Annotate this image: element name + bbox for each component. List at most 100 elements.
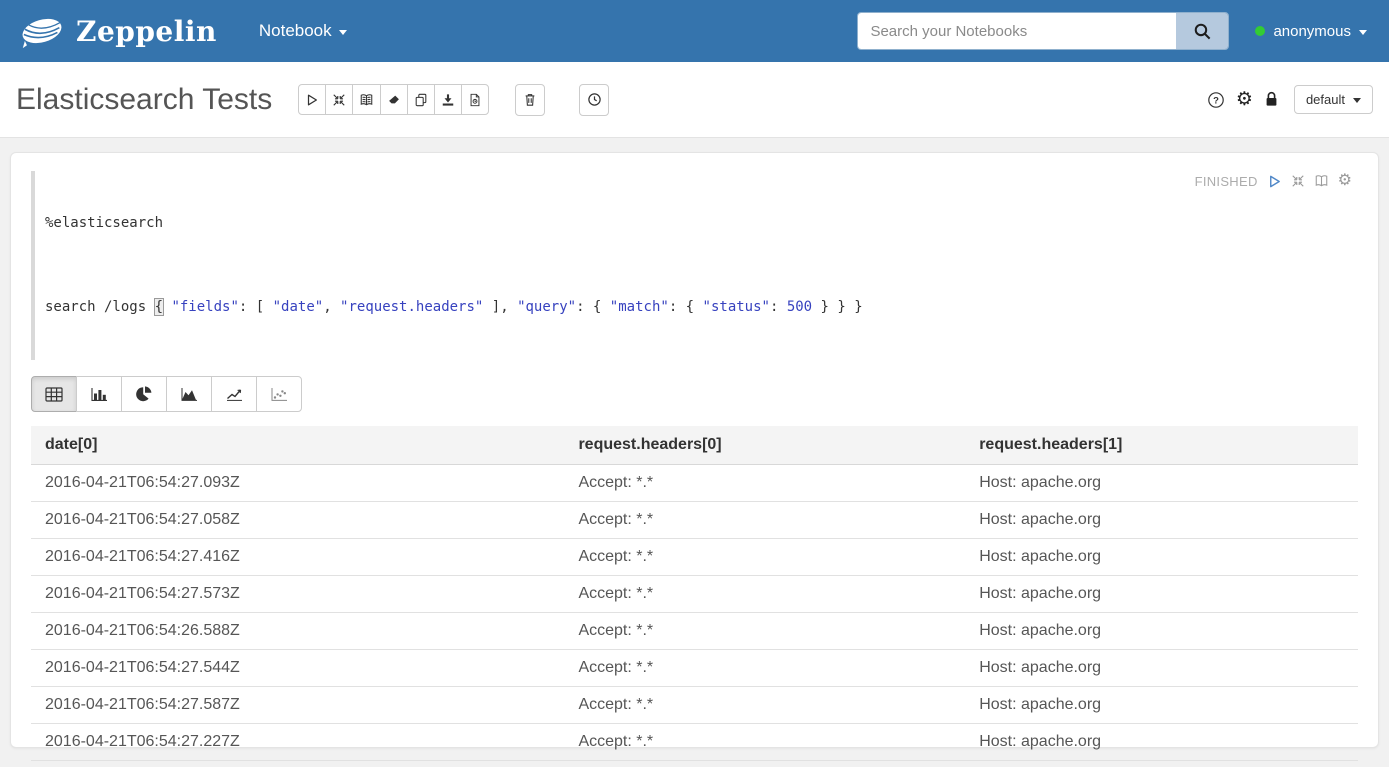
table-row: 2016-04-21T06:54:27.093ZAccept: *.*Host:… [31,465,1358,502]
export-note-button[interactable] [434,84,462,115]
code-token: : { [669,299,703,315]
column-header-request-headers-1[interactable]: request.headers[1] [965,426,1358,465]
table-icon [45,387,63,402]
lock-icon[interactable] [1264,91,1279,108]
play-icon [305,93,319,107]
table-row: 2016-04-21T06:54:27.416ZAccept: *.*Host:… [31,539,1358,576]
collapse-icon[interactable] [1291,174,1305,188]
search-input[interactable] [858,13,1176,49]
user-menu[interactable]: anonymous [1255,23,1367,40]
zeppelin-logo-icon [18,13,66,49]
table-row: 2016-04-21T06:54:26.825ZAccept: *.*Host:… [31,761,1358,767]
column-header-date[interactable]: date[0] [31,426,564,465]
table-cell: Accept: *.* [564,502,965,539]
table-cell: Host: apache.org [965,761,1358,767]
table-cell: Accept: *.* [564,576,965,613]
table-cell: Host: apache.org [965,465,1358,502]
titlebar-right-controls: ? ⚙ default [1207,85,1373,114]
code-token: , [323,299,340,315]
column-header-request-headers-0[interactable]: request.headers[0] [564,426,965,465]
viz-scatter-chart-button[interactable] [256,376,302,412]
book-icon[interactable] [1314,174,1329,188]
book-icon [359,93,374,107]
username: anonymous [1273,23,1351,40]
code-token: : [770,299,787,315]
table-cell: 2016-04-21T06:54:27.573Z [31,576,564,613]
code-token: "fields" [171,299,238,315]
interpreter-binding-dropdown[interactable]: default [1294,85,1373,114]
viz-area-chart-button[interactable] [166,376,212,412]
clear-output-button[interactable] [380,84,408,115]
chevron-down-icon [1353,98,1361,103]
viz-pie-chart-button[interactable] [121,376,167,412]
table-cell: Accept: *.* [564,465,965,502]
table-cell: Host: apache.org [965,724,1358,761]
remove-note-button[interactable] [515,84,545,116]
area-chart-icon [180,387,198,402]
chevron-down-icon [1359,30,1367,35]
version-control-button[interactable] [579,84,609,116]
viz-line-chart-button[interactable] [211,376,257,412]
code-editor[interactable]: %elasticsearch search /logs { "fields": … [31,171,863,360]
paragraph-settings-gear-icon[interactable]: ⚙ [1338,173,1352,189]
table-row: 2016-04-21T06:54:27.544ZAccept: *.*Host:… [31,650,1358,687]
table-cell: Accept: *.* [564,539,965,576]
zeppelin-brand[interactable]: Zeppelin [18,13,217,49]
code-token: "match" [610,299,669,315]
table-cell: 2016-04-21T06:54:26.588Z [31,613,564,650]
code-token: "date" [273,299,324,315]
code-token: "status" [703,299,770,315]
brand-title: Zeppelin [76,15,217,48]
file-code-icon [468,93,482,107]
clone-note-button[interactable] [407,84,435,115]
code-line: search /logs { "fields": [ "date", "requ… [45,297,863,318]
commit-note-button[interactable] [461,84,489,115]
table-cell: Accept: *.* [564,613,965,650]
help-icon[interactable]: ? [1207,91,1225,109]
code-token: 500 [787,299,812,315]
bar-chart-icon [90,387,108,402]
table-cell: Host: apache.org [965,687,1358,724]
table-cell: Accept: *.* [564,724,965,761]
table-cell: Host: apache.org [965,502,1358,539]
table-cell: Host: apache.org [965,576,1358,613]
gear-icon[interactable]: ⚙ [1236,90,1253,109]
search-button[interactable] [1176,13,1228,49]
toggle-code-button[interactable] [325,84,353,115]
table-cell: Host: apache.org [965,613,1358,650]
table-row: 2016-04-21T06:54:27.058ZAccept: *.*Host:… [31,502,1358,539]
clock-icon [587,92,602,107]
scatter-chart-icon [270,387,288,402]
code-token: ], [483,299,517,315]
clone-icon [414,93,428,107]
note-titlebar: Elasticsearch Tests [0,62,1389,138]
interpreter-binding-label: default [1306,92,1345,107]
table-row: 2016-04-21T06:54:27.587ZAccept: *.*Host:… [31,687,1358,724]
paragraph-status: FINISHED [1195,173,1358,189]
run-paragraph-icon[interactable] [1267,174,1282,189]
eraser-icon [387,93,401,107]
code-token: : [ [239,299,273,315]
notebook-menu[interactable]: Notebook [259,21,347,41]
status-label: FINISHED [1195,174,1258,189]
viz-table-button[interactable] [31,376,77,412]
note-body: %elasticsearch search /logs { "fields": … [0,138,1389,762]
toggle-output-button[interactable] [352,84,381,115]
viz-bar-chart-button[interactable] [76,376,122,412]
code-token: : { [576,299,610,315]
chevron-down-icon [339,30,347,35]
notebook-search [857,12,1229,50]
table-cell: 2016-04-21T06:54:27.416Z [31,539,564,576]
run-all-button[interactable] [298,84,326,115]
note-toolbar [298,84,489,115]
table-cell: 2016-04-21T06:54:27.587Z [31,687,564,724]
table-row: 2016-04-21T06:54:27.573ZAccept: *.*Host:… [31,576,1358,613]
table-cell: 2016-04-21T06:54:27.093Z [31,465,564,502]
download-icon [441,93,455,107]
code-token: "request.headers" [340,299,483,315]
table-cell: Accept: *.* [564,687,965,724]
table-row: 2016-04-21T06:54:26.588ZAccept: *.*Host:… [31,613,1358,650]
notebook-menu-label: Notebook [259,21,332,41]
note-title[interactable]: Elasticsearch Tests [16,83,272,117]
table-cell: 2016-04-21T06:54:27.227Z [31,724,564,761]
